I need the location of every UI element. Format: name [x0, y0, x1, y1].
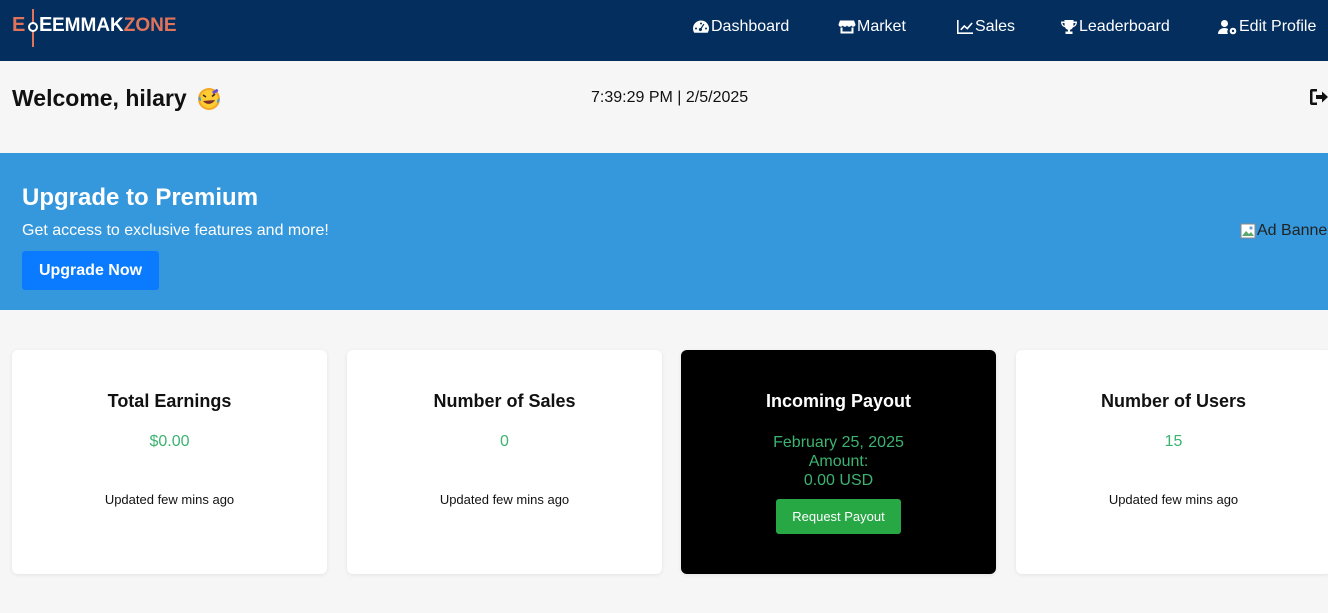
nav-market[interactable]: Market: [838, 17, 906, 37]
number-of-sales-card: Number of Sales 0 Updated few mins ago: [347, 350, 662, 574]
card-value: 15: [1164, 433, 1183, 450]
rolling-laughing-emoji-icon: [197, 87, 220, 110]
payout-amount-label: Amount:: [808, 453, 869, 470]
card-value: $0.00: [149, 433, 190, 450]
welcome-heading: Welcome, hilary: [12, 85, 221, 112]
nav-sales[interactable]: Sales: [956, 17, 1015, 37]
incoming-payout-card: Incoming Payout February 25, 2025 Amount…: [681, 350, 996, 574]
logo-mark-right: E: [39, 14, 53, 36]
request-payout-button[interactable]: Request Payout: [776, 499, 901, 534]
brand-logo[interactable]: E E EMMAKZONE: [12, 6, 177, 47]
card-title: Number of Users: [1100, 391, 1247, 411]
nav-dashboard[interactable]: Dashboard: [692, 17, 789, 37]
top-navbar: E E EMMAKZONE Dashboard Market Sales Lea…: [0, 0, 1328, 61]
current-datetime: 7:39:29 PM | 2/5/2025: [591, 89, 749, 106]
card-title: Number of Sales: [433, 391, 576, 411]
ad-banner-alt-text: Ad Banner: [1257, 222, 1328, 239]
card-updated: Updated few mins ago: [1108, 492, 1239, 507]
card-title: Incoming Payout: [765, 391, 911, 411]
trophy-icon: [1061, 20, 1077, 34]
brand-name: EMMAKZONE: [52, 15, 177, 36]
payout-date: February 25, 2025: [773, 434, 904, 451]
nav-edit-profile[interactable]: Edit Profile: [1218, 17, 1316, 37]
card-updated: Updated few mins ago: [104, 492, 235, 507]
total-earnings-card: Total Earnings $0.00 Updated few mins ag…: [12, 350, 327, 574]
premium-banner: Upgrade to Premium Get access to exclusi…: [0, 153, 1328, 310]
broken-image-icon: [1240, 223, 1256, 239]
user-gear-icon: [1218, 20, 1237, 35]
nav-label: Sales: [975, 18, 1016, 35]
number-of-users-card: Number of Users 15 Updated few mins ago: [1016, 350, 1328, 574]
payout-amount: 0.00 USD: [803, 472, 874, 489]
welcome-text: Welcome, hilary: [12, 85, 187, 111]
payout-details: February 25, 2025 Amount: 0.00 USD: [681, 433, 996, 490]
card-updated: Updated few mins ago: [439, 492, 570, 507]
card-value: 0: [500, 433, 509, 450]
logo-mark-left: E: [12, 14, 26, 36]
logo-mark: E E: [12, 6, 53, 47]
nav-label: Edit Profile: [1239, 18, 1317, 35]
nav-label: Market: [857, 18, 906, 35]
logout-icon[interactable]: [1309, 88, 1328, 106]
gauge-icon: [693, 20, 709, 33]
banner-title: Upgrade to Premium: [22, 184, 259, 211]
store-icon: [838, 20, 856, 34]
upgrade-now-button[interactable]: Upgrade Now: [22, 251, 159, 290]
nav-leaderboard[interactable]: Leaderboard: [1060, 17, 1170, 37]
nav-label: Leaderboard: [1079, 18, 1170, 35]
ad-banner-image[interactable]: Ad Banner: [1240, 222, 1328, 240]
nav-label: Dashboard: [711, 18, 790, 35]
chart-line-icon: [957, 20, 973, 34]
card-title: Total Earnings: [107, 391, 232, 411]
banner-subtitle: Get access to exclusive features and mor…: [22, 222, 329, 239]
